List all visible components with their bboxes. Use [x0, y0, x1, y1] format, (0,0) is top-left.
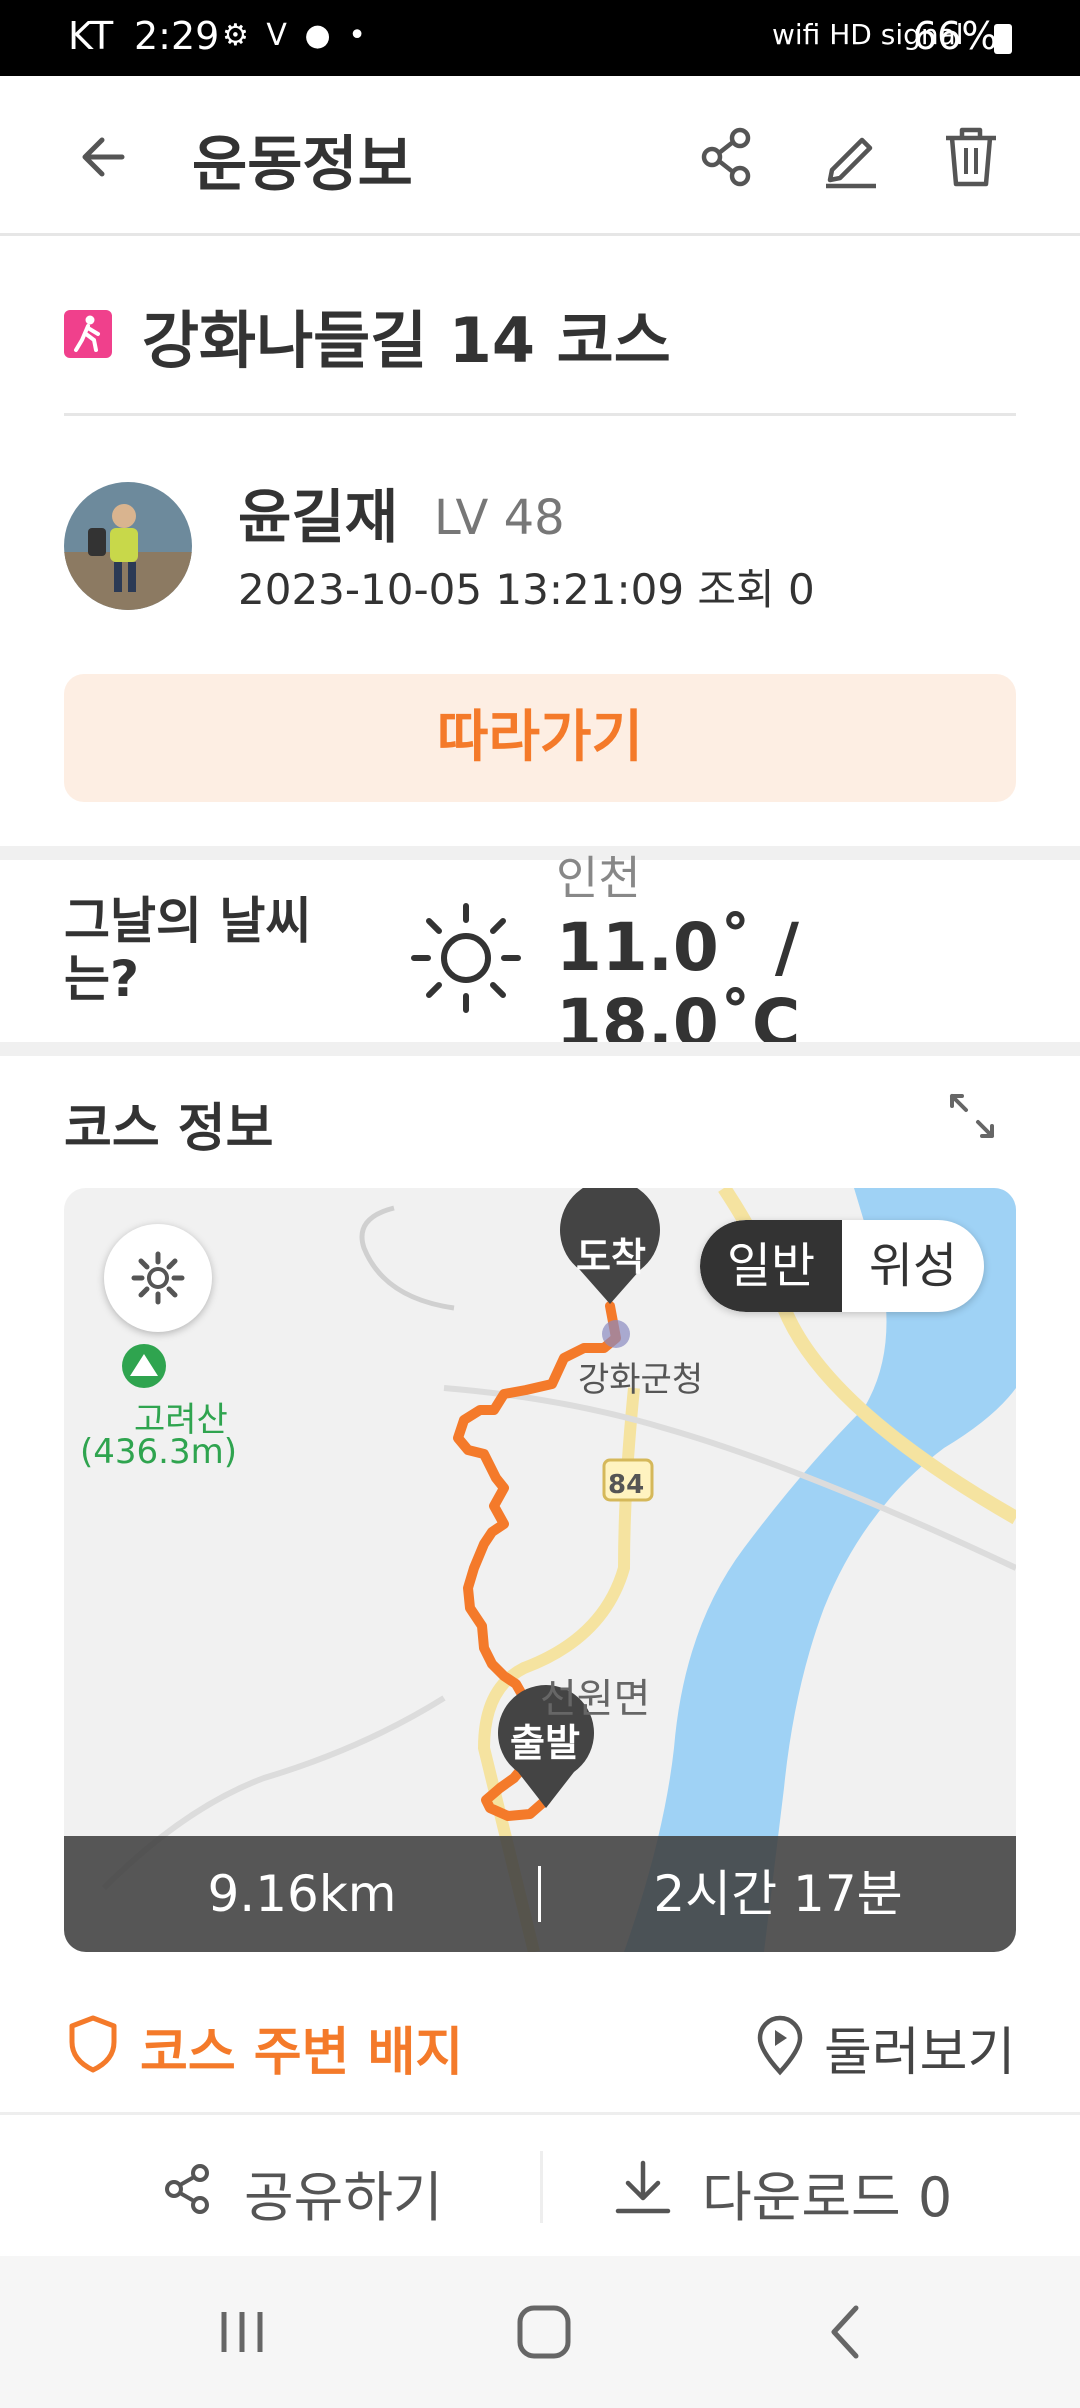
- share-icon[interactable]: [694, 124, 760, 190]
- course-info-title: 코스 정보: [64, 1099, 274, 1159]
- home-icon[interactable]: [504, 2300, 584, 2364]
- page-title: 운동정보: [192, 130, 413, 200]
- delete-icon[interactable]: [938, 124, 1004, 190]
- look-around-label: 둘러보기: [824, 2023, 1016, 2083]
- shield-icon: [69, 2015, 117, 2073]
- carrier-label: KT: [68, 14, 114, 58]
- sun-icon: [411, 903, 521, 1013]
- actions-divider: [540, 2151, 543, 2223]
- follow-button[interactable]: 따라가기: [64, 674, 1016, 802]
- map-label-county-office: 강화군청: [578, 1360, 704, 1400]
- post-meta: 2023-10-05 13:21:09 조회 0: [238, 565, 815, 614]
- gear-icon: [131, 1251, 185, 1305]
- share-label: 공유하기: [244, 2166, 443, 2229]
- battery-icon: [994, 24, 1012, 54]
- county-office-icon: [602, 1320, 630, 1348]
- map-settings-button[interactable]: [104, 1224, 212, 1332]
- system-nav-bar: [0, 2256, 1080, 2408]
- download-label: 다운로드 0: [702, 2166, 953, 2229]
- download-icon: [615, 2160, 671, 2214]
- course-distance: 9.16km: [207, 1865, 397, 1923]
- map-label-route-number: 84: [608, 1470, 645, 1500]
- recent-apps-icon[interactable]: [202, 2300, 282, 2364]
- course-map[interactable]: 고려산 (436.3m) 강화군청 84 선원면 도착 출발 일반 위성 9.1…: [64, 1188, 1016, 1952]
- hiking-icon: [64, 310, 112, 358]
- status-bar: KT 2:29 ⚙ V ● • wifi HD signal 66%: [0, 0, 1080, 76]
- start-marker-label: 출발: [510, 1721, 580, 1765]
- expand-icon[interactable]: [946, 1090, 998, 1142]
- look-around-link[interactable]: 둘러보기: [754, 2010, 1024, 2083]
- battery-level: 66%: [913, 14, 998, 58]
- course-stats-bar: 9.16km 2시간 17분: [64, 1836, 1016, 1952]
- back-nav-icon[interactable]: [808, 2300, 888, 2364]
- avatar[interactable]: [64, 482, 192, 610]
- back-arrow-icon[interactable]: [72, 122, 142, 192]
- bottom-actions: 공유하기 다운로드 0: [0, 2112, 1080, 2256]
- map-mode-satellite[interactable]: 위성: [842, 1220, 984, 1312]
- weather-city: 인천: [556, 851, 641, 905]
- section-divider: [0, 846, 1080, 860]
- app-bar: 운동정보: [0, 76, 1080, 236]
- section-divider: [0, 1042, 1080, 1056]
- weather-temperature: 11.0˚ / 18.0˚C: [556, 909, 801, 1062]
- share-icon: [165, 2164, 209, 2214]
- course-title-row: 강화나들길 14 코스: [64, 290, 1016, 416]
- map-mode-normal[interactable]: 일반: [700, 1220, 842, 1312]
- edit-icon[interactable]: [818, 124, 884, 190]
- notification-icons: ⚙ V ● •: [222, 18, 370, 53]
- user-name[interactable]: 윤길재: [238, 470, 398, 554]
- end-marker-label: 도착: [576, 1235, 646, 1279]
- location-pin-icon: [757, 2015, 803, 2076]
- user-level: LV 48: [434, 490, 565, 546]
- map-mode-toggle[interactable]: 일반 위성: [700, 1220, 984, 1312]
- map-label-peak-height: (436.3m): [80, 1432, 237, 1472]
- nearby-badges-label: 코스 주변 배지: [140, 2023, 464, 2083]
- course-title: 강화나들길 14 코스: [142, 304, 671, 377]
- status-time: 2:29: [134, 14, 220, 58]
- course-duration: 2시간 17분: [653, 1865, 903, 1923]
- road: [359, 1205, 455, 1311]
- weather-label: 그날의 날씨는?: [64, 892, 312, 1008]
